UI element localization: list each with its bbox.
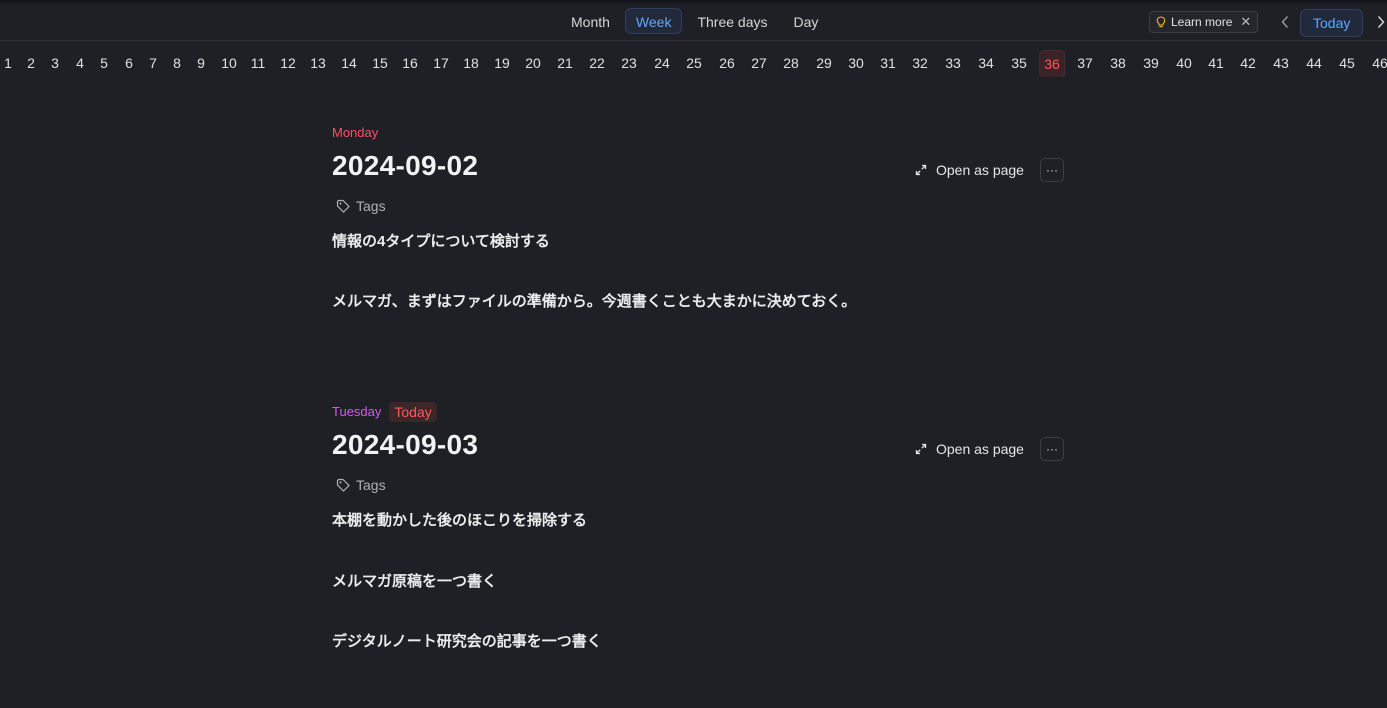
tags-label: Tags xyxy=(356,198,386,214)
week-number[interactable]: 19 xyxy=(494,49,510,77)
expand-icon xyxy=(915,164,927,176)
tags-property[interactable]: Tags xyxy=(336,475,386,495)
week-number[interactable]: 6 xyxy=(125,49,133,77)
week-number[interactable]: 2 xyxy=(27,49,35,77)
more-options-button[interactable]: ··· xyxy=(1040,437,1064,461)
week-number[interactable]: 15 xyxy=(372,49,388,77)
week-number[interactable]: 20 xyxy=(525,49,541,77)
expand-icon xyxy=(915,443,927,455)
week-number[interactable]: 29 xyxy=(816,49,832,77)
weekday-label: Monday xyxy=(332,124,1072,142)
note-line[interactable]: 情報の4タイプについて検討する xyxy=(332,230,550,251)
week-number[interactable]: 27 xyxy=(751,49,767,77)
ellipsis-icon: ··· xyxy=(1046,442,1058,456)
week-number[interactable]: 1 xyxy=(4,49,12,77)
week-number-current[interactable]: 36 xyxy=(1039,50,1065,77)
week-number[interactable]: 10 xyxy=(221,49,237,77)
week-number[interactable]: 8 xyxy=(173,49,181,77)
today-badge: Today xyxy=(389,402,437,422)
week-number[interactable]: 18 xyxy=(463,49,479,77)
week-number[interactable]: 22 xyxy=(589,49,605,77)
more-options-button[interactable]: ··· xyxy=(1040,158,1064,182)
view-tabs: Month Week Three days Day xyxy=(560,8,829,34)
tab-month[interactable]: Month xyxy=(560,8,621,34)
week-number[interactable]: 4 xyxy=(76,49,84,77)
note-line[interactable]: メルマガ、まずはファイルの準備から。今週書くことも大まかに決めておく。 xyxy=(332,290,856,311)
calendar-toolbar: Month Week Three days Day Learn more ✕ T… xyxy=(0,3,1387,41)
week-number[interactable]: 40 xyxy=(1176,49,1192,77)
week-number[interactable]: 9 xyxy=(197,49,205,77)
chevron-left-icon[interactable] xyxy=(1278,13,1292,31)
week-number[interactable]: 30 xyxy=(848,49,864,77)
open-as-page-label: Open as page xyxy=(936,162,1024,178)
week-number[interactable]: 28 xyxy=(783,49,799,77)
weekday-text: Tuesday xyxy=(332,404,382,419)
week-number[interactable]: 33 xyxy=(945,49,961,77)
week-number[interactable]: 23 xyxy=(621,49,637,77)
note-line[interactable]: メルマガ原稿を一つ書く xyxy=(332,570,497,591)
week-number[interactable]: 32 xyxy=(912,49,928,77)
learn-more-chip[interactable]: Learn more ✕ xyxy=(1149,11,1259,33)
day-section-tuesday: Tuesday Today 2024-09-03 Open as page ··… xyxy=(332,402,1072,663)
week-number[interactable]: 42 xyxy=(1240,49,1256,77)
week-number[interactable]: 37 xyxy=(1077,49,1093,77)
week-number[interactable]: 41 xyxy=(1208,49,1224,77)
week-number[interactable]: 25 xyxy=(686,49,702,77)
week-number-strip: 1 2 3 4 5 6 7 8 9 10 11 12 13 14 15 16 17 18 19 20 21 22 23 24 2… xyxy=(0,49,1387,77)
week-number[interactable]: 44 xyxy=(1306,49,1322,77)
ellipsis-icon: ··· xyxy=(1046,163,1058,177)
tag-icon xyxy=(336,478,350,492)
week-number[interactable]: 3 xyxy=(51,49,59,77)
lightbulb-icon xyxy=(1156,16,1166,28)
week-number[interactable]: 38 xyxy=(1110,49,1126,77)
today-button[interactable]: Today xyxy=(1300,9,1364,37)
note-line[interactable]: デジタルノート研究会の記事を一つ書く xyxy=(332,630,602,651)
week-number[interactable]: 16 xyxy=(402,49,418,77)
week-number[interactable]: 39 xyxy=(1143,49,1159,77)
learn-more-label: Learn more xyxy=(1171,15,1233,29)
tab-day[interactable]: Day xyxy=(783,8,830,34)
weekday-text: Monday xyxy=(332,125,379,140)
week-number[interactable]: 7 xyxy=(149,49,157,77)
open-as-page-button[interactable]: Open as page xyxy=(915,437,1024,461)
tag-icon xyxy=(336,199,350,213)
week-number[interactable]: 45 xyxy=(1339,49,1355,77)
tab-three-days[interactable]: Three days xyxy=(686,8,778,34)
chevron-right-icon[interactable] xyxy=(1374,13,1387,31)
week-number[interactable]: 11 xyxy=(251,49,266,77)
weekday-label: Tuesday Today xyxy=(332,402,1072,422)
open-as-page-label: Open as page xyxy=(936,441,1024,457)
close-icon[interactable]: ✕ xyxy=(1240,14,1251,30)
week-number[interactable]: 21 xyxy=(557,49,573,77)
week-number[interactable]: 43 xyxy=(1273,49,1289,77)
week-number[interactable]: 24 xyxy=(654,49,670,77)
note-line[interactable]: 本棚を動かした後のほこりを掃除する xyxy=(332,509,587,530)
week-number[interactable]: 46 xyxy=(1372,49,1387,77)
tags-property[interactable]: Tags xyxy=(336,196,386,216)
week-number[interactable]: 26 xyxy=(719,49,735,77)
week-number[interactable]: 34 xyxy=(978,49,994,77)
week-number[interactable]: 12 xyxy=(280,49,296,77)
day-section-monday: Monday 2024-09-02 Open as page ··· Tags … xyxy=(332,124,1072,324)
week-number[interactable]: 5 xyxy=(100,49,108,77)
open-as-page-button[interactable]: Open as page xyxy=(915,158,1024,182)
week-number[interactable]: 14 xyxy=(341,49,357,77)
week-number[interactable]: 31 xyxy=(880,49,896,77)
week-number[interactable]: 35 xyxy=(1011,49,1027,77)
tags-label: Tags xyxy=(356,477,386,493)
week-number[interactable]: 13 xyxy=(310,49,326,77)
tab-week[interactable]: Week xyxy=(624,8,683,34)
week-number[interactable]: 17 xyxy=(433,49,449,77)
